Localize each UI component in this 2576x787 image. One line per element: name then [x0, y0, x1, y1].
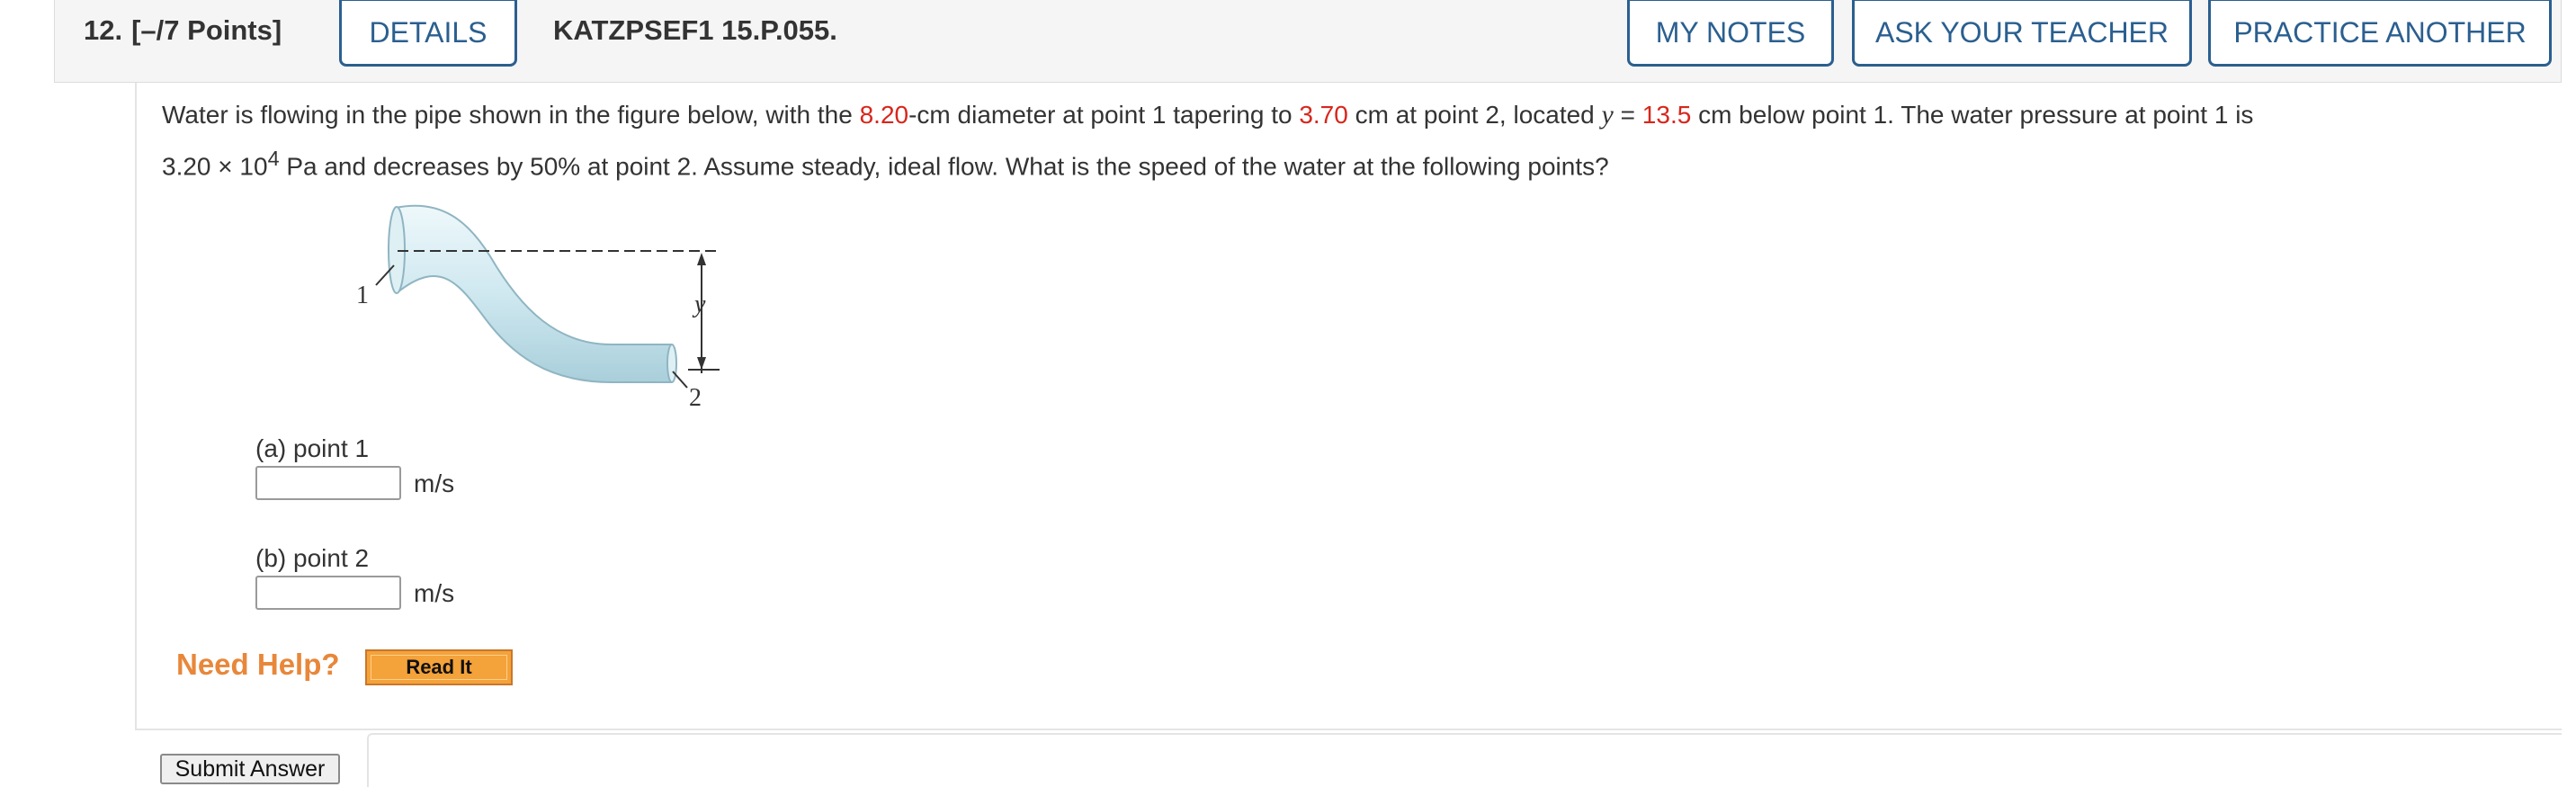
- read-it-label: Read It: [406, 656, 472, 678]
- part-b-label: (b) point 2: [255, 544, 370, 572]
- arrow-down-icon: [697, 357, 706, 370]
- pipe-opening-2: [666, 344, 677, 383]
- part-a-unit: m/s: [414, 470, 455, 497]
- point1-label: 1: [356, 282, 369, 309]
- submission-panel: [367, 733, 2562, 787]
- diameter-point2-value: 3.70: [1299, 101, 1348, 129]
- part-a-label: (a) point 1: [255, 434, 370, 462]
- practice-another-button[interactable]: PRACTICE ANOTHER: [2208, 0, 2552, 67]
- problem-code: KATZPSEF1 15.P.055.: [553, 14, 837, 46]
- y-dimension-label: y: [692, 291, 706, 318]
- question-text-part: =: [1613, 101, 1642, 129]
- details-button[interactable]: DETAILS: [339, 0, 517, 67]
- diameter-point1-value: 8.20: [859, 101, 909, 129]
- part-b-unit: m/s: [414, 579, 455, 607]
- part-b-answer-input[interactable]: [255, 576, 401, 610]
- question-text-part: cm below point 1. The water pressure at …: [1691, 101, 2254, 129]
- y-value: 13.5: [1641, 101, 1692, 129]
- y-variable: y: [1601, 100, 1614, 130]
- part-a-answer-input[interactable]: [255, 466, 401, 500]
- pipe-body: [389, 204, 672, 383]
- question-number-area: 12. [–/7 Points]: [84, 14, 282, 47]
- my-notes-button[interactable]: MY NOTES: [1627, 0, 1834, 67]
- read-it-button[interactable]: Read It: [365, 649, 513, 685]
- arrow-up-icon: [697, 253, 706, 265]
- pressure-coefficient: 3.20 × 10: [162, 152, 268, 181]
- question-text: Water is flowing in the pipe shown in th…: [162, 94, 2518, 188]
- need-help-label: Need Help?: [176, 648, 340, 681]
- points-label: [–/7 Points]: [131, 14, 282, 46]
- submit-answer-button[interactable]: Submit Answer: [160, 754, 340, 784]
- ask-your-teacher-button[interactable]: ASK YOUR TEACHER: [1852, 0, 2192, 67]
- pipe-figure: y 1 2: [356, 204, 720, 412]
- question-text-part: cm at point 2, located: [1347, 101, 1602, 129]
- point2-label: 2: [689, 384, 702, 412]
- question-text-part: Water is flowing in the pipe shown in th…: [162, 101, 860, 129]
- question-header: 12. [–/7 Points] DETAILS KATZPSEF1 15.P.0…: [54, 0, 2562, 83]
- question-number: 12.: [84, 14, 123, 46]
- pressure-exponent: 4: [267, 147, 280, 170]
- question-text-part: -cm diameter at point 1 tapering to: [908, 101, 1300, 129]
- question-text-part: Pa and decreases by 50% at point 2. Assu…: [279, 152, 1609, 181]
